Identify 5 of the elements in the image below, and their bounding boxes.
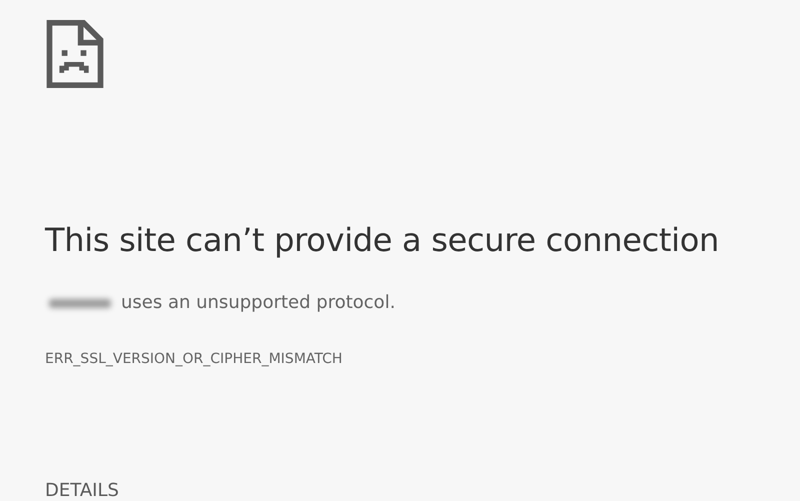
error-code: ERR_SSL_VERSION_OR_CIPHER_MISMATCH [45, 351, 344, 367]
error-message: uses an unsupported protocol. [121, 292, 396, 313]
error-heading: This site can’t provide a secure connection [45, 221, 720, 259]
sad-page-icon [45, 20, 105, 88]
details-button[interactable]: DETAILS [45, 480, 119, 501]
